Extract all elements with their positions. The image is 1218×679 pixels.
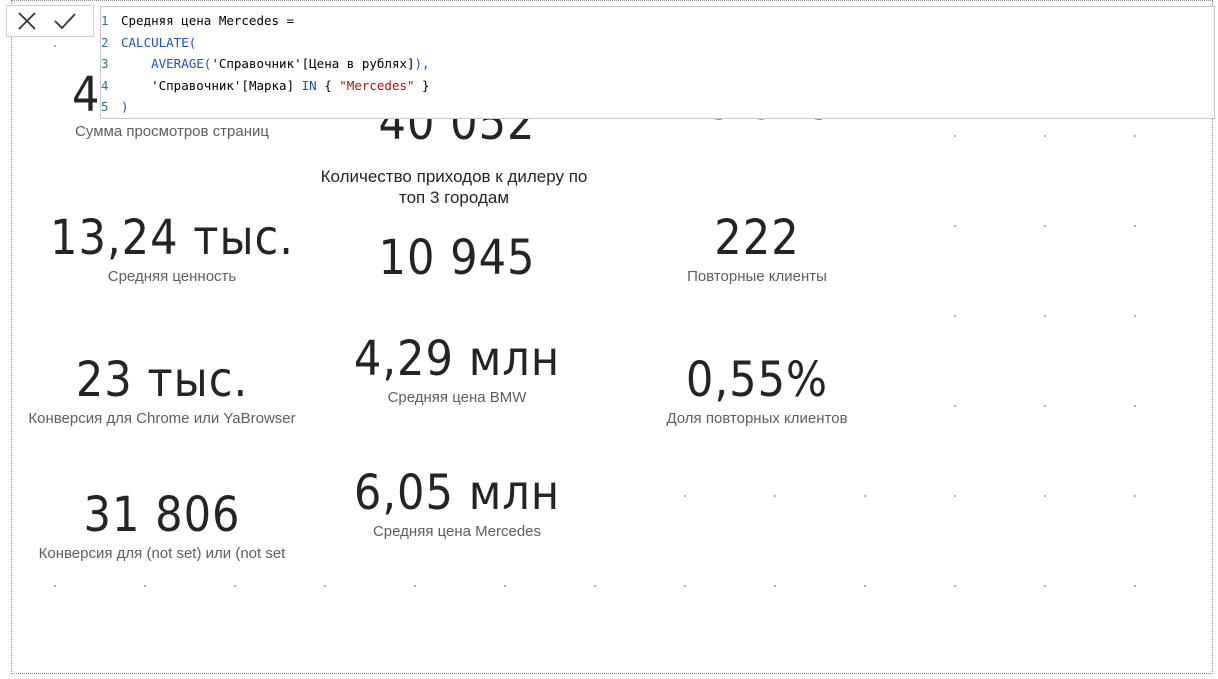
kpi-value: 23 тыс. — [75, 352, 249, 408]
kpi-label: Доля повторных клиентов — [666, 410, 848, 427]
kpi-label: Повторные клиенты — [687, 268, 827, 285]
kpi-card-avg-bmw[interactable]: 4,29 млн Средняя цена BMW — [322, 335, 592, 406]
code-text: AVERAGE('Справочник'[Цена в рублях]), — [121, 53, 430, 74]
kpi-value: 10 945 — [378, 230, 536, 286]
code-token: CALCULATE( — [121, 34, 197, 50]
code-token: Средняя цена Mercedes = — [121, 13, 295, 28]
kpi-card-avg-value[interactable]: 13,24 тыс. Средняя ценность — [32, 214, 312, 285]
kpi-label: Конверсия для Chrome или YaBrowser — [28, 410, 296, 427]
line-number: 5 — [101, 99, 109, 114]
dealer-visits-title: Количество приходов к дилеру по топ 3 го… — [320, 167, 588, 207]
check-icon[interactable] — [51, 8, 79, 34]
kpi-card-avg-mercedes[interactable]: 6,05 млн Средняя цена Mercedes — [322, 469, 592, 540]
code-token: IN — [301, 77, 317, 93]
line-number: 2 — [101, 34, 109, 50]
code-token: 'Справочник'[Марка] — [151, 77, 302, 93]
kpi-label: Средняя ценность — [107, 268, 237, 285]
kpi-value: 13,24 тыс. — [50, 210, 294, 266]
code-text: ) — [121, 96, 129, 117]
kpi-value: 31 806 — [83, 487, 241, 543]
formula-toolbar — [6, 5, 94, 37]
code-token: { — [316, 77, 340, 93]
close-icon[interactable] — [13, 8, 41, 34]
kpi-card-repeat-share[interactable]: 0,55% Доля повторных клиентов — [632, 356, 882, 427]
code-text: Средняя цена Mercedes = — [121, 10, 294, 31]
code-token: ), — [414, 56, 430, 71]
kpi-card-repeat-clients[interactable]: 222 Повторные клиенты — [632, 214, 882, 285]
kpi-label: Средняя цена BMW — [387, 389, 527, 406]
kpi-value: 222 — [714, 210, 800, 266]
kpi-card-conv-chrome[interactable]: 23 тыс. Конверсия для Chrome или YaBrows… — [22, 356, 302, 427]
kpi-label: Конверсия для (not set) или (not set — [38, 545, 286, 562]
formula-editor[interactable]: 1 Средняя цена Mercedes = 2 CALCULATE( 3 AVE… — [100, 6, 1215, 119]
code-text: CALCULATE( — [121, 32, 196, 53]
code-token: AVERAGE( — [151, 56, 212, 71]
code-token: "Mercedes" — [339, 77, 415, 93]
line-number: 1 — [101, 13, 109, 28]
kpi-label: Средняя цена Mercedes — [372, 523, 542, 540]
kpi-label: Сумма просмотров страниц — [75, 123, 269, 140]
kpi-value: 6,05 млн — [353, 465, 561, 521]
line-number: 4 — [101, 77, 109, 93]
code-text: 'Справочник'[Марка] IN { "Mercedes" } — [121, 75, 430, 96]
kpi-value: 4,29 млн — [353, 331, 561, 387]
kpi-card-dealer-visits[interactable]: 10 945 — [332, 234, 582, 282]
code-token: } — [414, 77, 430, 93]
kpi-card-conv-notset[interactable]: 31 806 Конверсия для (not set) или (not … — [22, 491, 302, 562]
code-token: 'Справочник'[Цена в рублях] — [211, 56, 415, 71]
line-number: 3 — [101, 56, 109, 71]
code-token: ) — [121, 99, 129, 114]
kpi-value: 0,55% — [685, 352, 829, 408]
